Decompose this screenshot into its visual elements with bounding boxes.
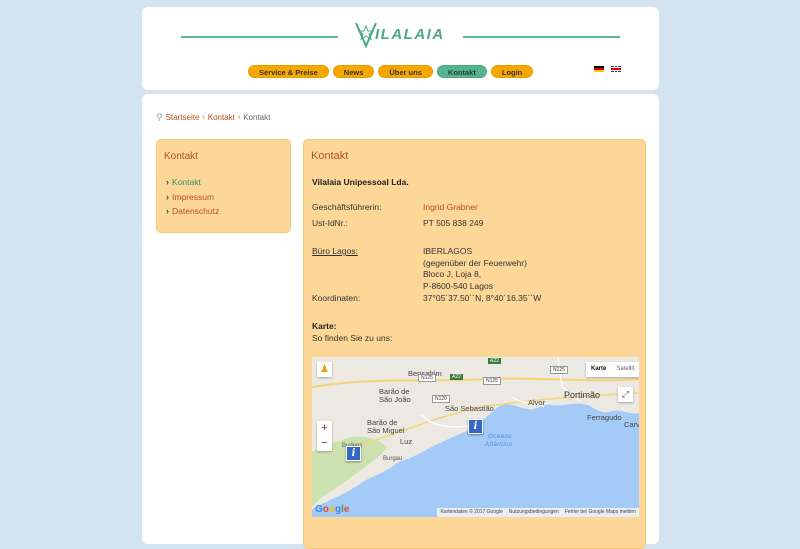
map-marker-info-icon[interactable]: i (468, 419, 483, 434)
office-link[interactable]: Büro Lagos: (312, 246, 358, 256)
english-flag-icon[interactable] (611, 66, 621, 72)
language-switcher (594, 66, 621, 72)
content-box: Kontakt Vilalaia Unipessoal Lda. Geschäf… (303, 139, 646, 549)
sidebar-list: › Kontakt › Impressum › Datenschutz (166, 175, 219, 219)
map-subheading: So finden Sie zu uns: (312, 333, 393, 343)
office-address: IBERLAGOS (gegenüber der Feuerwehr) Bloc… (423, 246, 527, 292)
breadcrumb-parent[interactable]: Kontakt (208, 113, 235, 122)
map-terms-link[interactable]: Nutzungsbedingungen (509, 508, 559, 517)
address-line: (gegenüber der Feuerwehr) (423, 257, 527, 268)
map-place-luz: Luz (400, 437, 413, 446)
nav-contact[interactable]: Kontakt (436, 65, 487, 78)
logo-text: ILALAIA (375, 25, 445, 43)
map-report-link[interactable]: Fehler bei Google Maps melden (565, 508, 636, 517)
map-place-burgau: Burgau (383, 456, 403, 462)
manager-link[interactable]: Ingrid Grabner (423, 202, 478, 212)
coords-value: 37°05´37.50´´N, 8°40´16.35´´W (423, 293, 542, 303)
road-badge-n120: N120 (432, 395, 450, 403)
map-place-portimao: Portimão (564, 390, 601, 400)
map-land-shape (312, 357, 639, 509)
nav-login[interactable]: Login (490, 65, 534, 78)
page-title: Kontakt (311, 150, 349, 162)
manager-row: Geschäftsführerin: Ingrid Grabner (312, 202, 478, 212)
vat-value: PT 505 838 249 (423, 218, 484, 228)
breadcrumb-separator-icon: › (237, 114, 241, 121)
main-nav: Service & Preise News Über uns Kontakt L… (248, 65, 534, 78)
road-badge-n125: N125 (550, 366, 568, 374)
sidebar-title: Kontakt (164, 151, 198, 162)
map-place-barao-joao-2: São João (379, 395, 411, 404)
site-logo[interactable]: ILALAIA (353, 19, 448, 49)
address-line: P-8600-540 Lagos (423, 280, 493, 291)
location-pin-icon: ⚲ (156, 112, 163, 122)
address-line: IBERLAGOS (423, 246, 473, 256)
sidebar-item-label: Kontakt (172, 177, 201, 188)
sidebar: Kontakt › Kontakt › Impressum › Datensch… (156, 139, 291, 233)
map-marker-info-icon[interactable]: i (346, 446, 361, 461)
main-panel: ⚲ Startseite › Kontakt › Kontakt Kontakt… (142, 94, 659, 549)
zoom-in-button[interactable]: + (317, 421, 332, 436)
nav-about[interactable]: Über uns (378, 65, 433, 78)
map-attribution: Kartendaten © 2017 Google Nutzungsbeding… (437, 508, 639, 517)
sidebar-item-label: Impressum (172, 191, 215, 202)
map-data-credit: Kartendaten © 2017 Google (440, 509, 503, 515)
map-type-map-button[interactable]: Karte (586, 362, 611, 377)
site-header: ILALAIA Service & Preise News Über uns K… (142, 7, 659, 90)
map-ocean-label: Oceano (488, 434, 513, 440)
map-place-barao-miguel-2: São Miguel (367, 426, 405, 435)
map-place-carvoeiro: Carvoe (624, 420, 639, 429)
map-ocean-label: Atlântico (485, 442, 513, 448)
breadcrumb-home[interactable]: Startseite (166, 113, 200, 122)
map-type-satellite-button[interactable]: Satellit (611, 362, 639, 377)
road-badge-a22: A22 (450, 374, 463, 380)
address-line: Bloco J, Loja 8, (423, 269, 482, 279)
sidebar-item-label: Datenschutz (172, 206, 220, 217)
breadcrumb-current: Kontakt (243, 113, 271, 122)
german-flag-icon[interactable] (594, 66, 604, 72)
zoom-control: + − (317, 421, 332, 451)
road-badge-n125: N125 (418, 374, 436, 382)
street-view-pegman-icon[interactable]: ♟ (317, 362, 332, 377)
breadcrumb-separator-icon: › (202, 114, 205, 121)
chevron-right-icon: › (166, 206, 169, 217)
fullscreen-icon[interactable]: ⤢ (618, 387, 633, 402)
sidebar-item-impressum[interactable]: › Impressum (166, 190, 219, 205)
road-badge-n125: N125 (483, 377, 501, 385)
map-heading: Karte: (312, 321, 337, 331)
nav-service[interactable]: Service & Preise (248, 65, 329, 78)
sidebar-item-datenschutz[interactable]: › Datenschutz (166, 204, 219, 219)
office-row: Büro Lagos: (312, 246, 358, 256)
map-type-toggle: Karte Satellit (586, 362, 639, 377)
map-place-alvor: Alvor (528, 398, 546, 407)
coords-row: Koordinaten: 37°05´37.50´´N, 8°40´16.35´… (312, 293, 541, 303)
google-logo-letter: G (315, 504, 323, 515)
chevron-right-icon: › (166, 177, 169, 188)
coords-label: Koordinaten: (312, 293, 361, 303)
google-map[interactable]: Bensafrim Barão de São João Barão de São… (312, 357, 639, 517)
vat-row: Ust-IdNr.: PT 505 838 249 (312, 218, 483, 228)
google-logo: Google (315, 504, 349, 515)
manager-label: Geschäftsführerin: (312, 202, 382, 212)
logo-line-right (463, 36, 620, 38)
zoom-out-button[interactable]: − (317, 436, 332, 451)
company-name: Vilalaia Unipessoal Lda. (312, 177, 409, 187)
map-place-sao-sebastiao: São Sebastião (445, 404, 494, 413)
breadcrumb: ⚲ Startseite › Kontakt › Kontakt (156, 112, 270, 123)
vat-label: Ust-IdNr.: (312, 218, 348, 228)
logo-line-left (181, 36, 338, 38)
road-badge-a22: A22 (488, 358, 501, 364)
chevron-right-icon: › (166, 191, 169, 202)
sidebar-item-kontakt[interactable]: › Kontakt (166, 175, 219, 190)
map-place-ferragudo: Ferragudo (587, 413, 622, 422)
nav-news[interactable]: News (332, 65, 375, 78)
google-logo-letter: e (343, 504, 350, 515)
